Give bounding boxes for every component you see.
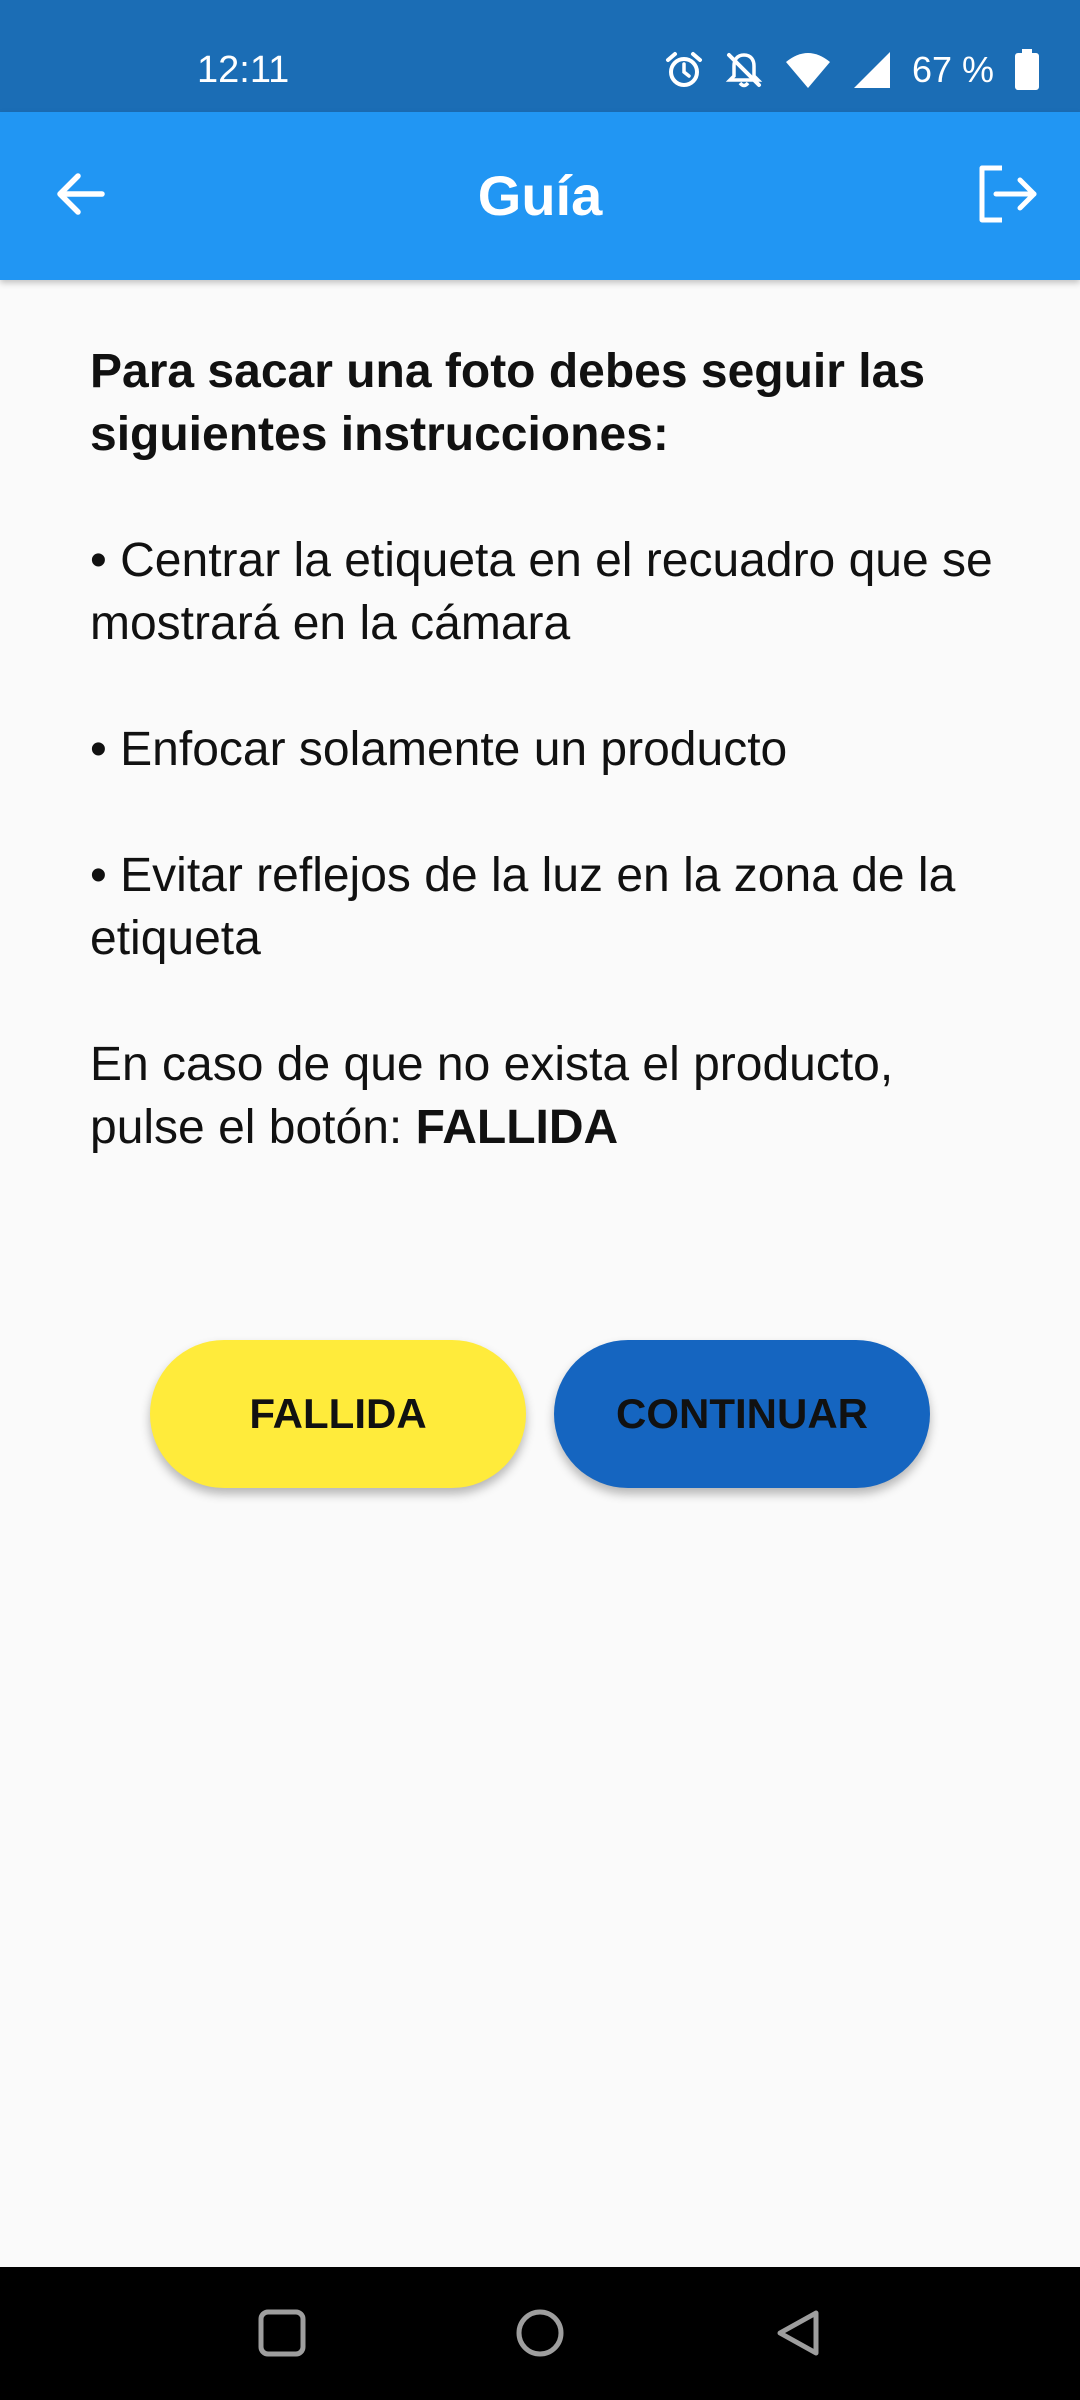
wifi-icon (784, 50, 832, 90)
continuar-button[interactable]: CONTINUAR (554, 1340, 930, 1488)
page-title: Guía (477, 164, 603, 227)
home-button[interactable] (500, 2295, 580, 2375)
system-nav-bar (0, 2267, 1080, 2400)
instruction-item: • Evitar reflejos de la luz en la zona d… (90, 849, 956, 965)
back-triangle-icon (772, 2307, 824, 2364)
alarm-icon (664, 50, 704, 90)
instruction-item: • Enfocar solamente un producto (90, 723, 788, 776)
home-circle-icon (514, 2307, 566, 2364)
status-time: 12:11 (197, 49, 290, 91)
guide-content: Para sacar una foto debes seguir las sig… (90, 340, 1010, 1222)
notifications-off-icon (724, 50, 764, 90)
battery-level: 67 % (911, 49, 994, 90)
battery-icon (1014, 49, 1040, 91)
recents-button[interactable] (242, 2295, 322, 2375)
logout-button[interactable] (972, 160, 1044, 232)
logout-icon (976, 164, 1040, 229)
instruction-item: • Centrar la etiqueta en el recuadro que… (90, 534, 993, 650)
guide-note-emphasis: FALLIDA (415, 1101, 619, 1154)
status-bar: 12:11 67 % (0, 0, 1080, 112)
app-bar: Guía (0, 112, 1080, 280)
guide-heading: Para sacar una foto debes seguir las sig… (90, 345, 926, 461)
status-icons: 67 % (664, 46, 1040, 94)
nav-back-button[interactable] (758, 2295, 838, 2375)
guide-note: En caso de que no exista el producto, pu… (90, 1033, 1010, 1159)
fallida-button[interactable]: FALLIDA (150, 1340, 526, 1488)
recents-square-icon (256, 2307, 308, 2364)
signal-icon (852, 50, 892, 90)
